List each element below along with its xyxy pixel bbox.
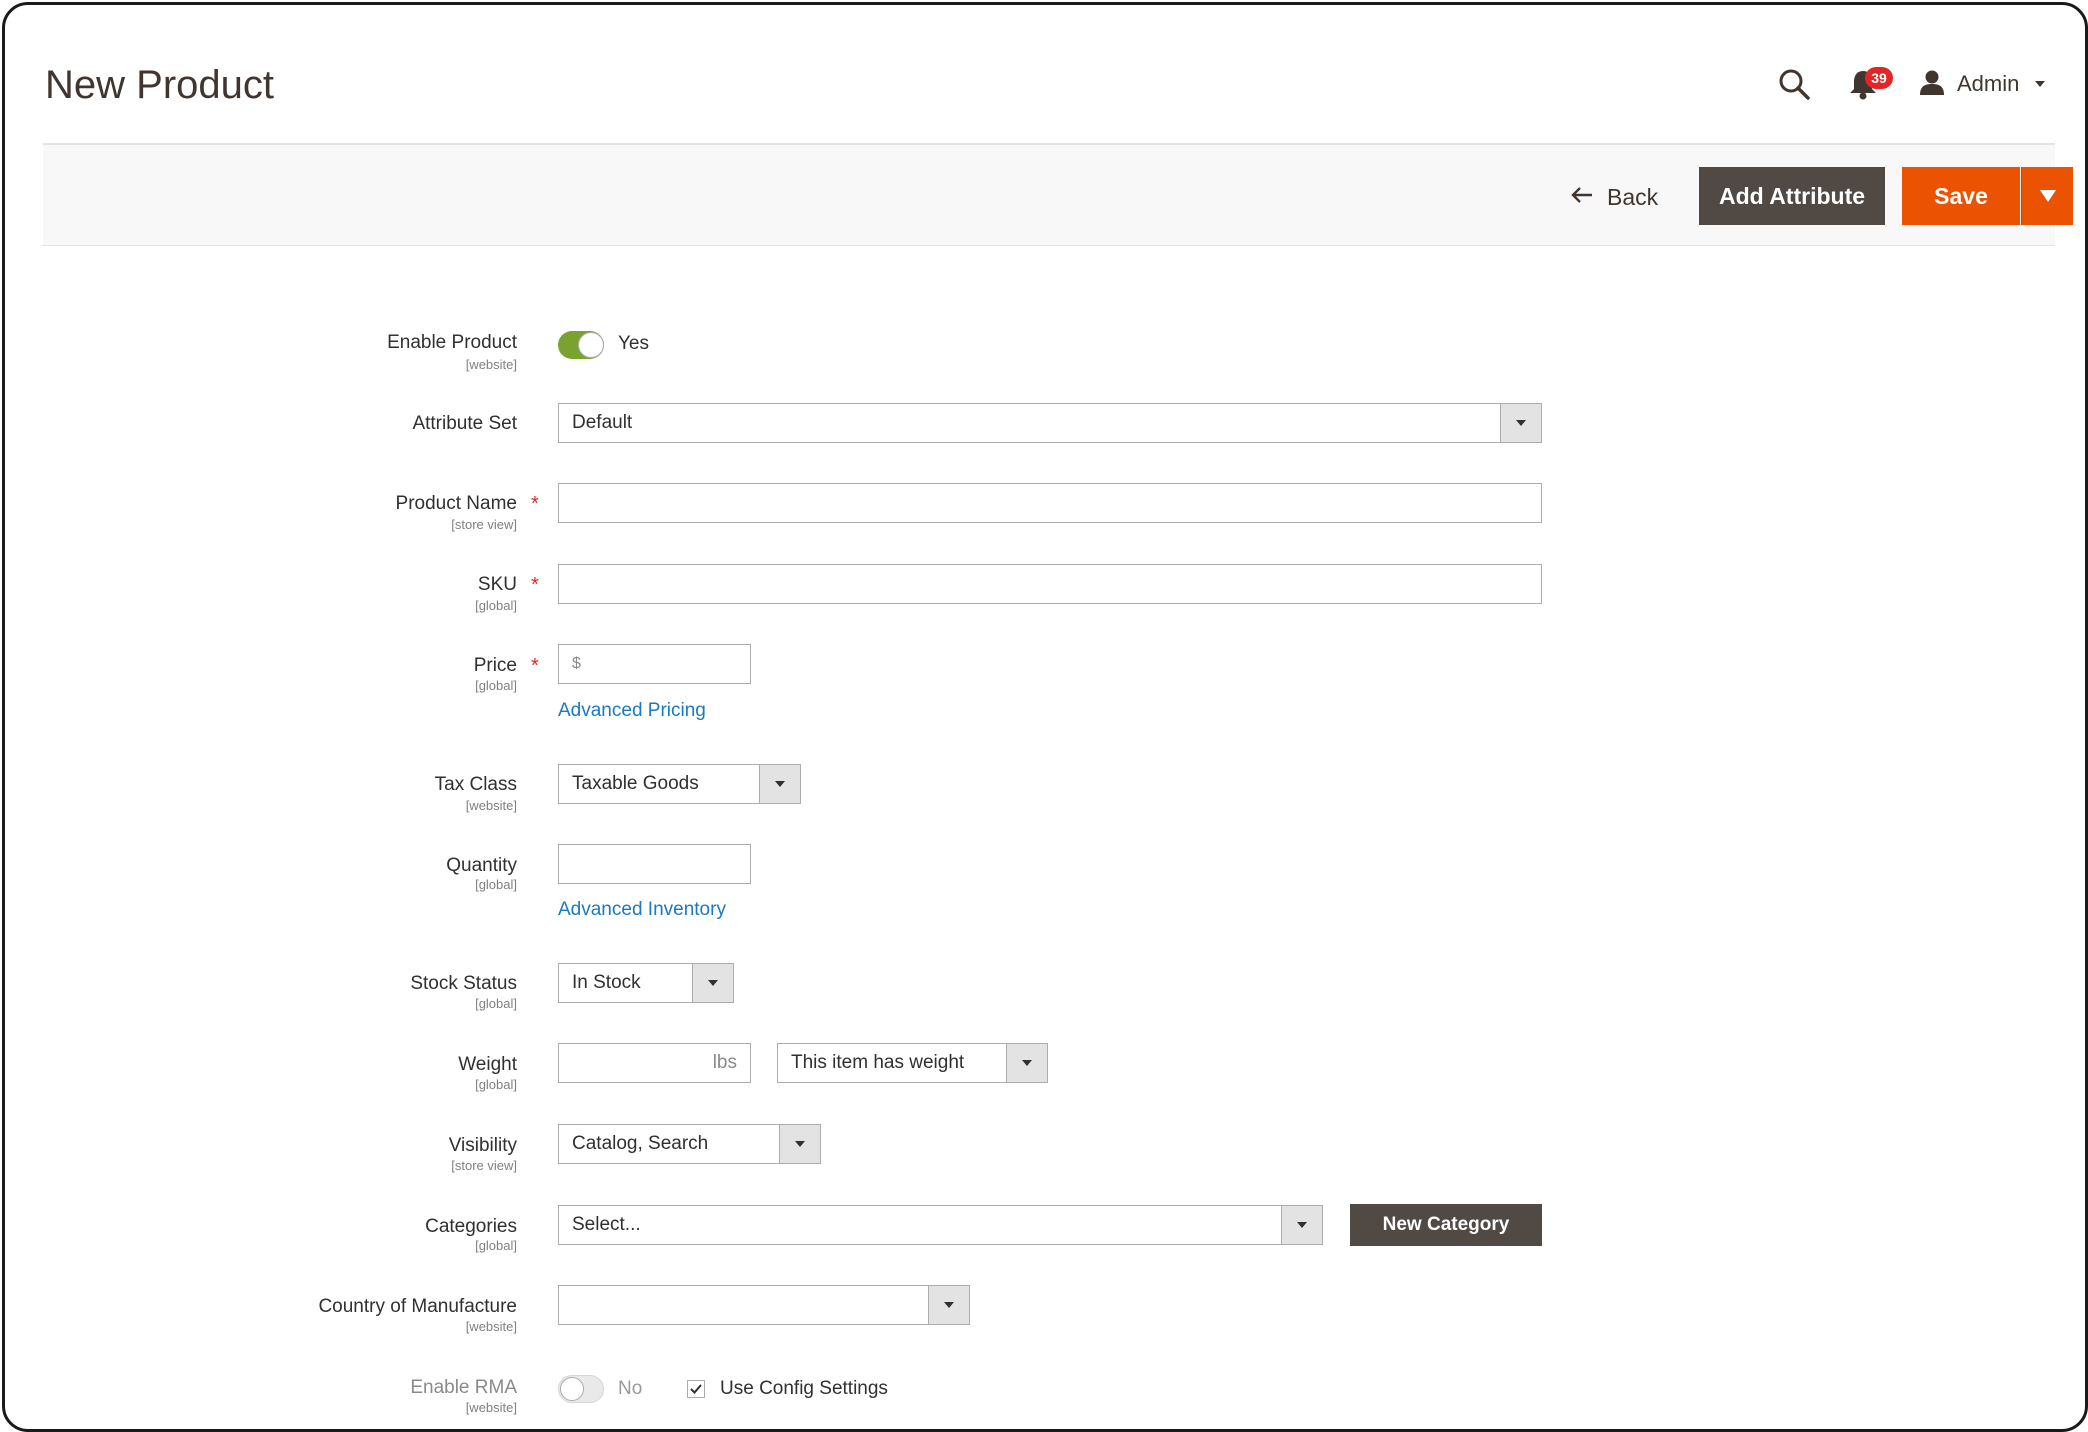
categories-scope: [global] bbox=[475, 1238, 517, 1253]
caret-down-icon bbox=[2039, 190, 2056, 202]
tax-class-value: Taxable Goods bbox=[572, 773, 699, 794]
user-icon bbox=[1919, 69, 1945, 100]
enable-product-label: Enable Product bbox=[387, 332, 517, 353]
required-asterisk: * bbox=[531, 493, 539, 515]
weight-input[interactable]: lbs bbox=[558, 1043, 751, 1083]
quantity-input[interactable] bbox=[558, 844, 751, 884]
quantity-scope: [global] bbox=[475, 877, 517, 892]
back-button[interactable]: Back bbox=[1571, 181, 1658, 213]
chevron-down-icon bbox=[2035, 81, 2046, 87]
weight-type-value: This item has weight bbox=[791, 1052, 965, 1073]
attribute-set-value: Default bbox=[572, 412, 633, 433]
admin-user-menu[interactable]: Admin bbox=[1919, 67, 2046, 101]
weight-scope: [global] bbox=[475, 1077, 517, 1092]
notifications-count-badge: 39 bbox=[1865, 67, 1893, 89]
price-label: Price bbox=[473, 655, 517, 676]
page-title: New Product bbox=[45, 63, 274, 107]
price-scope: [global] bbox=[475, 678, 517, 693]
user-name: Admin bbox=[1957, 71, 2020, 96]
new-category-button[interactable]: New Category bbox=[1350, 1204, 1542, 1246]
product-name-label: Product Name bbox=[395, 493, 517, 514]
stock-status-select[interactable]: In Stock bbox=[558, 963, 734, 1003]
enable-product-scope: [website] bbox=[465, 357, 517, 372]
advanced-pricing-link[interactable]: Advanced Pricing bbox=[558, 700, 706, 722]
use-config-settings-label: Use Config Settings bbox=[720, 1378, 888, 1399]
use-config-settings-checkbox[interactable] bbox=[687, 1380, 705, 1398]
dropdown-arrow-icon bbox=[928, 1286, 969, 1324]
categories-select[interactable]: Select... bbox=[558, 1205, 1323, 1245]
required-asterisk: * bbox=[531, 574, 539, 596]
dropdown-arrow-icon bbox=[1006, 1044, 1047, 1082]
quantity-label: Quantity bbox=[446, 855, 517, 876]
search-icon[interactable] bbox=[1777, 67, 1811, 101]
back-label: Back bbox=[1607, 183, 1659, 210]
visibility-value: Catalog, Search bbox=[572, 1133, 709, 1154]
visibility-select[interactable]: Catalog, Search bbox=[558, 1124, 821, 1164]
product-name-scope: [store view] bbox=[451, 517, 517, 532]
enable-product-toggle[interactable] bbox=[558, 331, 604, 359]
country-scope: [website] bbox=[465, 1319, 517, 1334]
tax-class-select[interactable]: Taxable Goods bbox=[558, 764, 801, 804]
stock-status-scope: [global] bbox=[475, 996, 517, 1011]
save-options-dropdown-button[interactable] bbox=[2021, 167, 2073, 225]
page-actions-bar: Back Add Attribute Save bbox=[43, 143, 2073, 246]
toggle-knob bbox=[560, 1377, 584, 1401]
categories-value: Select... bbox=[572, 1214, 641, 1235]
product-name-input[interactable] bbox=[558, 483, 1542, 523]
dropdown-arrow-icon bbox=[759, 765, 800, 803]
sku-input[interactable] bbox=[558, 564, 1542, 604]
dropdown-arrow-icon bbox=[1281, 1206, 1322, 1244]
visibility-label: Visibility bbox=[448, 1135, 517, 1156]
toggle-knob bbox=[578, 332, 604, 358]
tax-class-label: Tax Class bbox=[434, 774, 517, 795]
country-select[interactable] bbox=[558, 1285, 970, 1325]
tax-class-scope: [website] bbox=[465, 798, 517, 813]
visibility-scope: [store view] bbox=[451, 1158, 517, 1173]
country-label: Country of Manufacture bbox=[318, 1296, 517, 1317]
sku-label: SKU bbox=[477, 574, 517, 595]
stock-status-value: In Stock bbox=[572, 972, 641, 993]
price-input[interactable]: $ bbox=[558, 644, 751, 684]
advanced-inventory-link[interactable]: Advanced Inventory bbox=[558, 899, 726, 921]
checkmark-icon bbox=[690, 1384, 702, 1394]
enable-rma-scope: [website] bbox=[465, 1400, 517, 1415]
arrow-left-icon bbox=[1571, 186, 1593, 209]
attribute-set-select[interactable]: Default bbox=[558, 403, 1542, 443]
enable-rma-label: Enable RMA bbox=[410, 1377, 517, 1398]
weight-label: Weight bbox=[458, 1054, 517, 1075]
dropdown-arrow-icon bbox=[692, 964, 733, 1002]
dropdown-arrow-icon bbox=[779, 1125, 820, 1163]
attribute-set-label: Attribute Set bbox=[412, 413, 517, 434]
required-asterisk: * bbox=[531, 655, 539, 677]
add-attribute-button[interactable]: Add Attribute bbox=[1699, 167, 1885, 225]
categories-label: Categories bbox=[425, 1216, 517, 1237]
weight-type-select[interactable]: This item has weight bbox=[777, 1043, 1048, 1083]
save-button[interactable]: Save bbox=[1902, 167, 2020, 225]
enable-rma-value: No bbox=[618, 1378, 643, 1399]
dropdown-arrow-icon bbox=[1500, 404, 1541, 442]
sku-scope: [global] bbox=[475, 598, 517, 613]
stock-status-label: Stock Status bbox=[410, 973, 517, 994]
enable-product-value: Yes bbox=[618, 333, 649, 354]
page-frame: New Product 39 Admin Back Add Attribute … bbox=[2, 2, 2088, 1432]
enable-rma-toggle[interactable] bbox=[558, 1375, 604, 1403]
